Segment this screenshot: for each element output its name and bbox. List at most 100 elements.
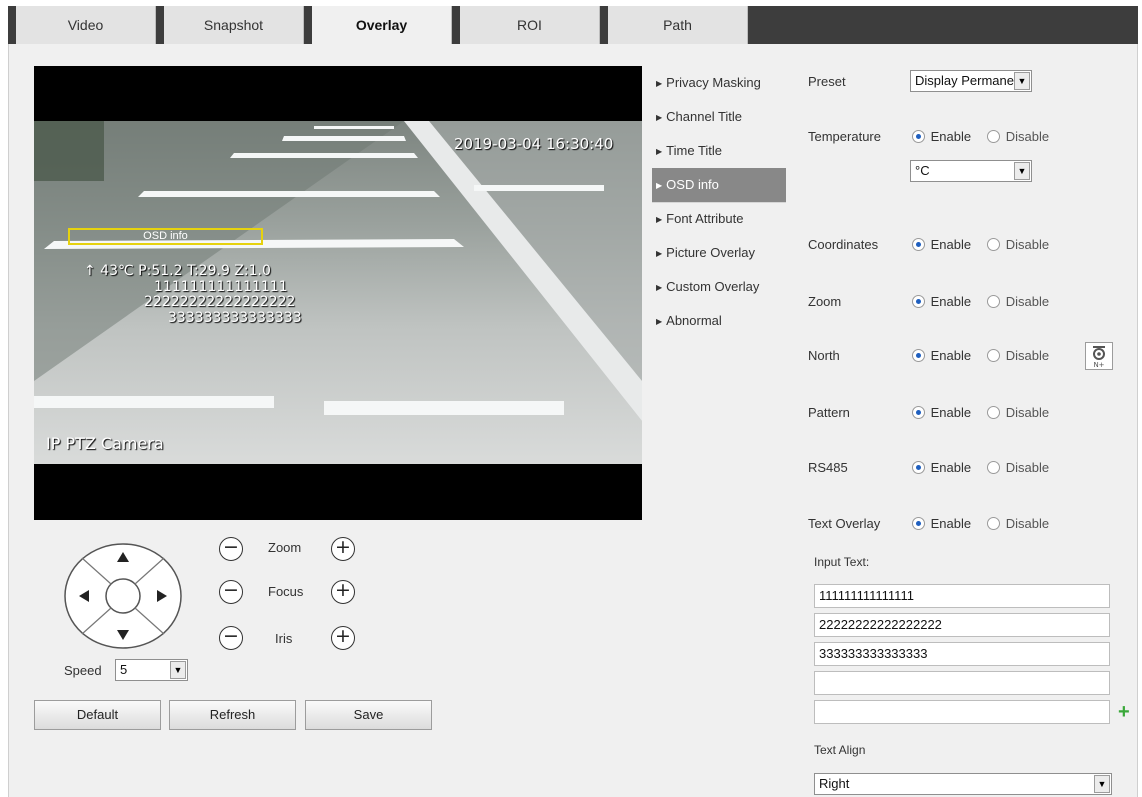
submenu-privacy-masking[interactable]: ▶ Privacy Masking (652, 66, 786, 100)
speed-select[interactable]: 5 ▼ (115, 659, 188, 681)
chevron-down-icon: ▼ (1014, 72, 1030, 90)
submenu-time-title[interactable]: ▶ Time Title (652, 134, 786, 168)
triangle-right-icon: ▶ (656, 181, 663, 190)
pattern-enable-radio[interactable] (911, 406, 925, 419)
tab-path[interactable]: Path (608, 6, 748, 44)
tab-snapshot[interactable]: Snapshot (164, 6, 304, 44)
north-enable-radio[interactable] (911, 349, 925, 362)
rs485-disable-label: Disable (1005, 460, 1050, 475)
tab-video[interactable]: Video (16, 6, 156, 44)
zoom-label-ptz: Zoom (268, 540, 302, 555)
default-button[interactable]: Default (34, 700, 161, 730)
preset-row: Preset (808, 72, 908, 92)
north-row: North Enable Disable (808, 346, 1061, 366)
pattern-row: Pattern Enable Disable (808, 403, 1061, 423)
chevron-down-icon: ▼ (170, 661, 186, 679)
input-text-line-5[interactable] (814, 700, 1110, 724)
text-overlay-disable-label: Disable (1005, 516, 1050, 531)
preset-select[interactable]: Display Permane ▼ (910, 70, 1032, 92)
tab-overlay[interactable]: Overlay (312, 6, 452, 44)
text-overlay-label: Text Overlay (808, 516, 881, 531)
triangle-right-icon: ▶ (656, 147, 663, 156)
text-overlay-enable-radio[interactable] (911, 517, 925, 530)
zoom-out-button[interactable]: − (219, 537, 243, 561)
rs485-row: RS485 Enable Disable (808, 458, 1061, 478)
input-text-line-2[interactable]: 22222222222222222 (814, 613, 1110, 637)
zoom-label: Zoom (808, 294, 842, 309)
chevron-down-icon: ▼ (1094, 775, 1110, 793)
zoom-row: Zoom Enable Disable (808, 292, 1061, 312)
video-preview[interactable]: 2019-03-04 16:30:40 OSD info ↑ 43℃ P:51.… (34, 66, 642, 520)
triangle-right-icon: ▶ (656, 79, 663, 88)
submenu-custom-overlay[interactable]: ▶ Custom Overlay (652, 270, 786, 304)
text-overlay-row: Text Overlay Enable Disable (808, 514, 1061, 534)
dpad-icon[interactable] (60, 540, 186, 652)
temperature-row: Temperature Enable Disable (808, 127, 1061, 147)
save-button[interactable]: Save (305, 700, 432, 730)
triangle-right-icon: ▶ (656, 283, 663, 292)
osd-line-2: 111111111111111 (154, 279, 288, 295)
temperature-unit-select[interactable]: °C ▼ (910, 160, 1032, 182)
speed-label: Speed (64, 663, 102, 678)
north-label: North (808, 348, 840, 363)
osd-line-1: ↑ 43℃ P:51.2 T:29.9 Z:1.0 (84, 263, 271, 279)
tab-roi[interactable]: ROI (460, 6, 600, 44)
text-align-select[interactable]: Right ▼ (814, 773, 1112, 795)
submenu-channel-title[interactable]: ▶ Channel Title (652, 100, 786, 134)
input-text-line-1[interactable]: 111111111111111 (814, 584, 1110, 608)
coordinates-enable-radio[interactable] (911, 238, 925, 251)
focus-far-button[interactable]: + (331, 580, 355, 604)
ptz-direction-pad[interactable] (60, 540, 186, 655)
focus-near-button[interactable]: − (219, 580, 243, 604)
osd-info-box[interactable]: OSD info (68, 228, 263, 245)
triangle-right-icon: ▶ (656, 113, 663, 122)
coordinates-disable-radio[interactable] (986, 238, 1000, 251)
temperature-disable-radio[interactable] (986, 130, 1000, 143)
osd-box-label: OSD info (143, 230, 188, 242)
pattern-disable-label: Disable (1005, 405, 1050, 420)
rs485-enable-radio[interactable] (911, 461, 925, 474)
preset-label: Preset (808, 74, 846, 89)
refresh-button[interactable]: Refresh (169, 700, 296, 730)
north-disable-radio[interactable] (986, 349, 1000, 362)
zoom-in-button[interactable]: + (331, 537, 355, 561)
pattern-disable-radio[interactable] (986, 406, 1000, 419)
text-overlay-enable-label: Enable (930, 516, 972, 531)
submenu-picture-overlay[interactable]: ▶ Picture Overlay (652, 236, 786, 270)
north-disable-label: Disable (1005, 348, 1050, 363)
submenu-abnormal[interactable]: ▶ Abnormal (652, 304, 786, 338)
rs485-enable-label: Enable (930, 460, 972, 475)
coordinates-enable-label: Enable (930, 237, 972, 252)
camera-scene: 2019-03-04 16:30:40 OSD info ↑ 43℃ P:51.… (34, 121, 642, 464)
input-text-line-3[interactable]: 333333333333333 (814, 642, 1110, 666)
input-text-line-4[interactable] (814, 671, 1110, 695)
rs485-disable-radio[interactable] (986, 461, 1000, 474)
chevron-down-icon: ▼ (1014, 162, 1030, 180)
north-calibrate-icon[interactable]: N+ (1085, 342, 1113, 370)
temperature-enable-label: Enable (930, 129, 972, 144)
focus-label: Focus (268, 584, 304, 599)
coordinates-label: Coordinates (808, 237, 879, 252)
triangle-right-icon: ▶ (656, 249, 663, 258)
iris-close-button[interactable]: − (219, 626, 243, 650)
triangle-right-icon: ▶ (656, 215, 663, 224)
zoom-disable-label: Disable (1005, 294, 1050, 309)
iris-open-button[interactable]: + (331, 626, 355, 650)
osd-settings-form: Preset Display Permane ▼ Temperature Enab… (808, 0, 1138, 797)
coordinates-row: Coordinates Enable Disable (808, 235, 1061, 255)
plus-icon[interactable]: + (1118, 702, 1130, 722)
pattern-label: Pattern (808, 405, 850, 420)
input-text-label: Input Text: (814, 555, 870, 569)
text-overlay-disable-radio[interactable] (986, 517, 1000, 530)
submenu-font-attribute[interactable]: ▶ Font Attribute (652, 202, 786, 236)
coordinates-disable-label: Disable (1005, 237, 1050, 252)
temperature-disable-label: Disable (1005, 129, 1050, 144)
iris-label: Iris (275, 631, 293, 646)
submenu-osd-info[interactable]: ▶ OSD info (652, 168, 786, 202)
timestamp-overlay: 2019-03-04 16:30:40 (454, 135, 614, 153)
rs485-label: RS485 (808, 460, 848, 475)
zoom-enable-radio[interactable] (911, 295, 925, 308)
zoom-disable-radio[interactable] (986, 295, 1000, 308)
temperature-enable-radio[interactable] (911, 130, 925, 143)
temperature-label: Temperature (808, 129, 881, 144)
